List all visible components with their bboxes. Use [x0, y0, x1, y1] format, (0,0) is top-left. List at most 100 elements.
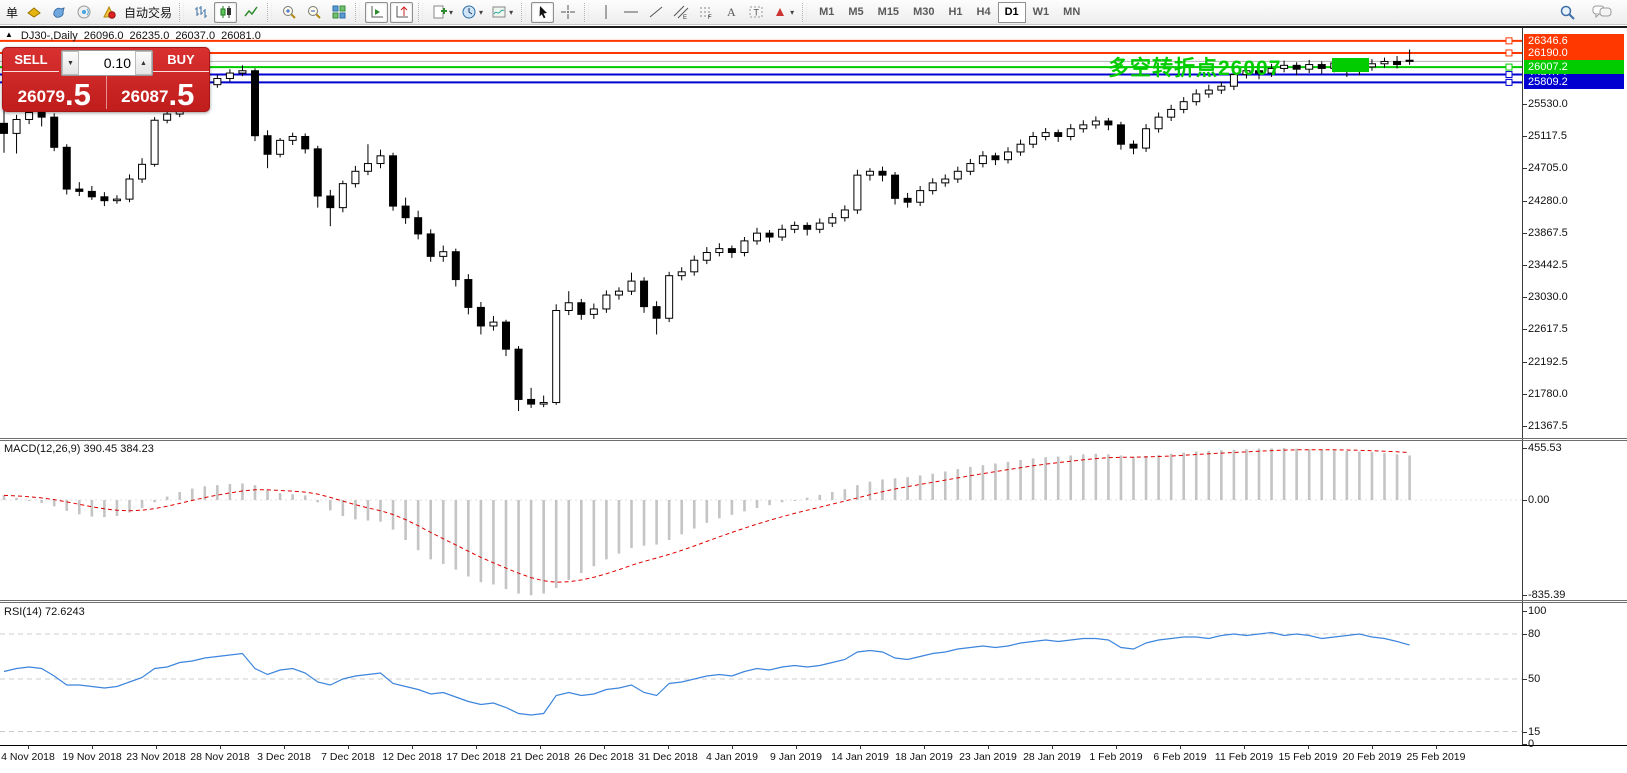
price-tick-mark	[1522, 362, 1527, 363]
date-tick-label: 28 Nov 2018	[190, 751, 250, 763]
macd-indicator-pane[interactable]	[0, 442, 1522, 600]
timeframe-mn[interactable]: MN	[1056, 2, 1087, 23]
timeframe-d1[interactable]: D1	[998, 2, 1026, 23]
crosshair-icon[interactable]	[556, 2, 579, 23]
text-tool-icon[interactable]: A	[719, 2, 742, 23]
arrows-tool-icon[interactable]: ▾	[769, 2, 797, 23]
price-tick-mark	[1522, 104, 1527, 105]
bar-chart-mode-icon[interactable]	[189, 2, 212, 23]
buy-price[interactable]: 26087.5	[107, 72, 210, 113]
date-tick-mark	[284, 745, 285, 749]
date-tick-label: 31 Dec 2018	[638, 751, 698, 763]
date-tick-label: 26 Dec 2018	[574, 751, 634, 763]
date-tick-mark	[540, 745, 541, 749]
timeframe-m5[interactable]: M5	[841, 2, 870, 23]
timeframe-h1[interactable]: H1	[941, 2, 969, 23]
timeframe-w1[interactable]: W1	[1026, 2, 1057, 23]
horizontal-line-tool-icon[interactable]	[619, 2, 642, 23]
price-tick-label: 24705.0	[1528, 162, 1568, 174]
date-tick-mark	[476, 745, 477, 749]
volume-decrease-button[interactable]: ▼	[62, 51, 79, 75]
new-order-label[interactable]: 单	[4, 4, 20, 21]
macd-tick-label: 455.53	[1528, 442, 1562, 454]
rsi-tick-mark	[1522, 634, 1527, 635]
dropdown-caret-icon[interactable]: ▾	[449, 8, 453, 17]
price-chart-pane[interactable]	[0, 28, 1522, 438]
macd-label: MACD(12,26,9) 390.45 384.23	[4, 443, 154, 455]
chart-shift-icon[interactable]	[390, 2, 413, 23]
periods-icon[interactable]: ▾	[458, 2, 486, 23]
date-tick-mark	[924, 745, 925, 749]
rsi-tick-mark	[1522, 611, 1527, 612]
timeframe-m15[interactable]: M15	[871, 2, 906, 23]
rsi-tick-mark	[1522, 679, 1527, 680]
price-tick-label: 25117.5	[1528, 130, 1567, 142]
search-icon[interactable]	[1556, 2, 1579, 23]
trendline-tool-icon[interactable]	[644, 2, 667, 23]
signals-icon[interactable]	[72, 2, 95, 23]
panel-collapse-icon[interactable]: ▲	[5, 30, 13, 42]
sell-button[interactable]: SELL	[3, 48, 59, 72]
volume-increase-button[interactable]: ▲	[135, 51, 152, 75]
zoom-in-icon[interactable]	[277, 2, 300, 23]
date-tick-label: 18 Jan 2019	[895, 751, 953, 763]
timeframe-m30[interactable]: M30	[906, 2, 941, 23]
candlestick-chart-mode-icon[interactable]	[214, 2, 237, 23]
pane-separator[interactable]	[0, 602, 1627, 603]
svg-text:E: E	[683, 15, 687, 20]
pane-separator[interactable]	[0, 600, 1627, 601]
date-tick-label: 11 Feb 2019	[1215, 751, 1273, 763]
date-tick-label: 25 Feb 2019	[1407, 751, 1466, 763]
price-tick-mark	[1522, 136, 1527, 137]
indicators-icon[interactable]: ▾	[428, 2, 456, 23]
new-order-icon[interactable]	[22, 2, 45, 23]
channel-tool-icon[interactable]: E	[669, 2, 692, 23]
timeframe-m1[interactable]: M1	[812, 2, 841, 23]
sell-price[interactable]: 26079.5	[3, 72, 106, 113]
templates-icon[interactable]: ▾	[488, 2, 516, 23]
date-tick-label: 12 Dec 2018	[382, 751, 442, 763]
vertical-line-tool-icon[interactable]	[594, 2, 617, 23]
date-tick-label: 15 Feb 2019	[1279, 751, 1338, 763]
fibonacci-tool-icon[interactable]: F	[694, 2, 717, 23]
volume-input[interactable]: 0.10	[79, 51, 135, 75]
buy-button[interactable]: BUY	[153, 48, 209, 72]
pane-separator[interactable]	[0, 438, 1627, 439]
date-tick-mark	[1308, 745, 1309, 749]
rsi-tick-mark	[1522, 744, 1527, 745]
auto-scroll-icon[interactable]	[365, 2, 388, 23]
date-tick-mark	[1116, 745, 1117, 749]
price-tick-mark	[1522, 265, 1527, 266]
line-chart-mode-icon[interactable]	[239, 2, 262, 23]
date-tick-label: 4 Nov 2018	[1, 751, 55, 763]
zoom-out-icon[interactable]	[302, 2, 325, 23]
terminal-icon[interactable]	[47, 2, 70, 23]
price-level-tag: 26190.0	[1524, 46, 1624, 60]
tile-windows-icon[interactable]	[327, 2, 350, 23]
timeframe-h4[interactable]: H4	[970, 2, 998, 23]
price-level-tag: 25809.2	[1524, 75, 1624, 89]
price-tick-mark	[1522, 201, 1527, 202]
rsi-indicator-pane[interactable]	[0, 604, 1522, 745]
date-tick-mark	[28, 745, 29, 749]
cursor-icon[interactable]	[531, 2, 554, 23]
dropdown-caret-icon[interactable]: ▾	[479, 8, 483, 17]
text-label-tool-icon[interactable]: T	[744, 2, 767, 23]
date-tick-mark	[1436, 745, 1437, 749]
date-tick-mark	[412, 745, 413, 749]
date-tick-mark	[156, 745, 157, 749]
date-tick-mark	[732, 745, 733, 749]
autotrading-icon[interactable]	[97, 2, 120, 23]
date-tick-label: 20 Feb 2019	[1343, 751, 1402, 763]
autotrading-label[interactable]: 自动交易	[122, 4, 174, 21]
price-tick-label: 21367.5	[1528, 420, 1568, 432]
chat-icon[interactable]	[1589, 2, 1615, 23]
pane-separator[interactable]	[0, 440, 1627, 441]
date-tick-label: 9 Jan 2019	[770, 751, 822, 763]
dropdown-caret-icon[interactable]: ▾	[509, 8, 513, 17]
price-tick-mark	[1522, 297, 1527, 298]
date-tick-label: 19 Nov 2018	[62, 751, 122, 763]
dropdown-caret-icon[interactable]: ▾	[790, 8, 794, 17]
date-tick-mark	[1052, 745, 1053, 749]
date-tick-mark	[1372, 745, 1373, 749]
